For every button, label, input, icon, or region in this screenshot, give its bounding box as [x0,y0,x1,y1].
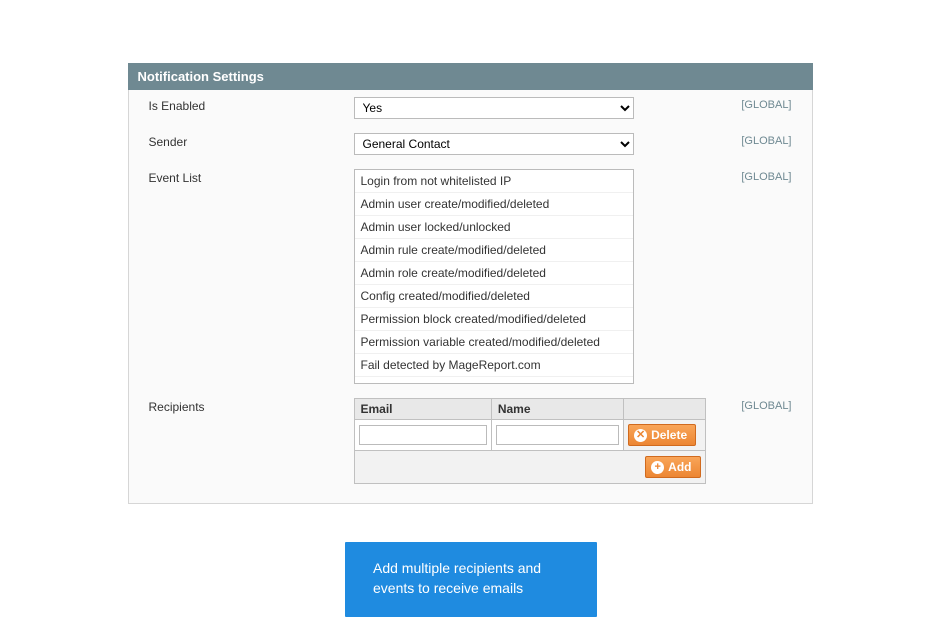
col-email: Email [354,399,491,420]
label-event-list: Event List [149,169,354,185]
label-sender: Sender [149,133,354,149]
select-sender[interactable]: General Contact [354,133,634,155]
delete-label: Delete [651,428,687,442]
event-option[interactable]: Admin user locked/unlocked [355,216,633,239]
recipients-table: Email Name ✕ Delete [354,398,706,484]
delete-icon: ✕ [634,429,647,442]
row-is-enabled: Is Enabled Yes [GLOBAL] [129,90,812,126]
scope-event-list: [GLOBAL] [741,169,791,183]
add-button[interactable]: + Add [645,456,700,478]
event-option[interactable]: Admin role create/modified/deleted [355,262,633,285]
callout-tip: Add multiple recipients and events to re… [345,542,597,617]
row-sender: Sender General Contact [GLOBAL] [129,126,812,162]
event-option[interactable]: Fail detected by MageReport.com [355,354,633,377]
recipient-name-input[interactable] [496,425,619,445]
recipient-email-input[interactable] [359,425,487,445]
add-row: + Add [354,451,705,484]
panel-title: Notification Settings [128,63,813,90]
event-option[interactable]: Config created/modified/deleted [355,285,633,308]
col-actions [624,399,705,420]
event-option[interactable]: Admin user create/modified/deleted [355,193,633,216]
panel-body: Is Enabled Yes [GLOBAL] Sender General C… [128,90,813,504]
multiselect-event-list[interactable]: Login from not whitelisted IP Admin user… [354,169,634,384]
recipient-row: ✕ Delete [354,420,705,451]
notification-settings-panel: Notification Settings Is Enabled Yes [GL… [128,63,813,504]
row-event-list: Event List Login from not whitelisted IP… [129,162,812,391]
label-recipients: Recipients [149,398,354,414]
event-option[interactable]: Admin rule create/modified/deleted [355,239,633,262]
delete-button[interactable]: ✕ Delete [628,424,696,446]
event-option[interactable]: Login from not whitelisted IP [355,170,633,193]
add-icon: + [651,461,664,474]
scope-recipients: [GLOBAL] [741,398,791,412]
label-is-enabled: Is Enabled [149,97,354,113]
col-name: Name [491,399,623,420]
add-label: Add [668,460,691,474]
select-is-enabled[interactable]: Yes [354,97,634,119]
event-option[interactable]: Permission variable created/modified/del… [355,331,633,354]
scope-sender: [GLOBAL] [741,133,791,147]
event-option[interactable]: Malware signature detected [355,377,633,384]
row-recipients: Recipients Email Name [129,391,812,491]
scope-is-enabled: [GLOBAL] [741,97,791,111]
event-option[interactable]: Permission block created/modified/delete… [355,308,633,331]
